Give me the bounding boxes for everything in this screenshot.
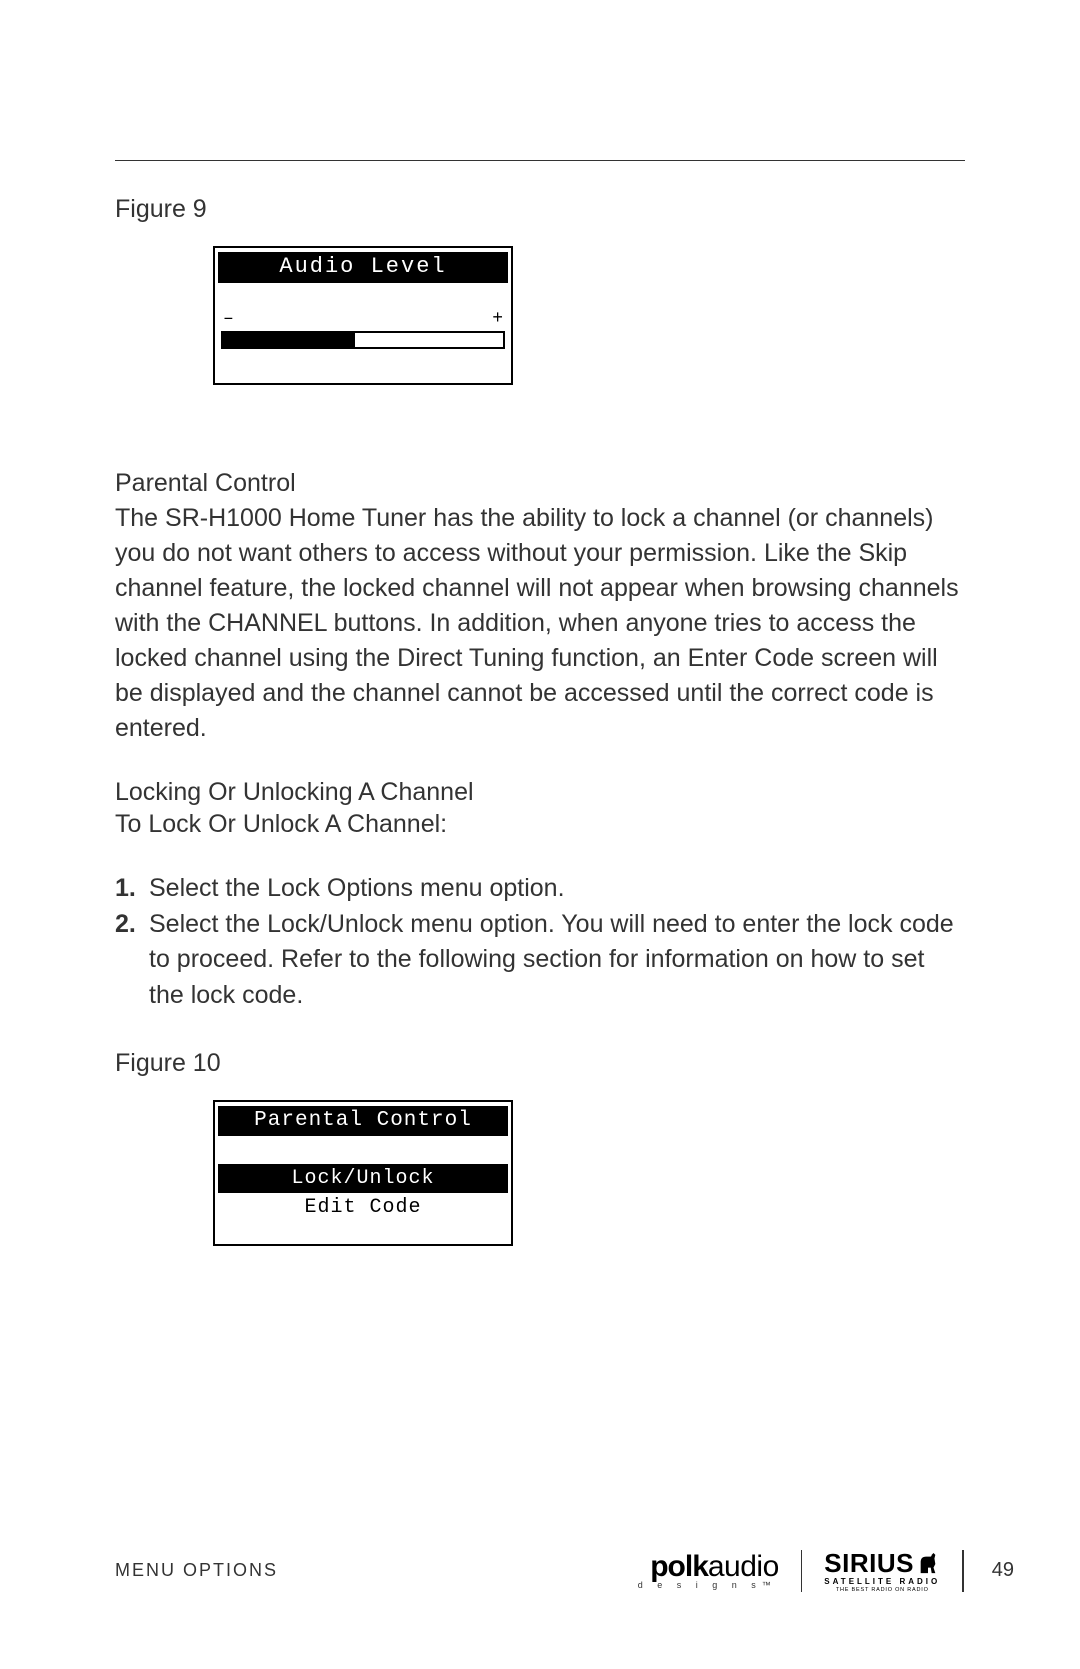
page-number: 49 [992, 1559, 1014, 1582]
step-2: 2. Select the Lock/Unlock menu option. Y… [115, 907, 965, 1014]
parental-control-screen-title: Parental Control [218, 1106, 508, 1136]
screen-gap [215, 1136, 511, 1164]
sirius-dog-icon [917, 1551, 939, 1577]
audio-level-fill [223, 333, 355, 347]
menu-item-edit-code: Edit Code [215, 1193, 511, 1222]
audio-level-title: Audio Level [218, 252, 508, 283]
parental-control-heading: Parental Control [115, 469, 965, 498]
sirius-logo: SIRIUS SATELLITE RADIO THE BEST RADIO ON… [824, 1548, 940, 1593]
step-text: Select the Lock/Unlock menu option. You … [149, 907, 965, 1014]
footer-logos: polkaudio d e s i g n s™ SIRIUS SATELLIT… [638, 1548, 964, 1593]
logo-divider-2 [962, 1550, 964, 1592]
step-number: 2. [115, 907, 149, 1014]
plus-icon: + [492, 309, 503, 329]
figure-9-screen: Audio Level – + [213, 246, 513, 385]
menu-item-lock-unlock: Lock/Unlock [218, 1164, 508, 1193]
polk-logo-light: audio [708, 1550, 779, 1583]
polk-logo-sub: d e s i g n s™ [638, 1580, 779, 1590]
page-footer: MENU OPTIONS polkaudio d e s i g n s™ SI… [115, 1548, 1014, 1593]
screen-bottom-gap [215, 1222, 511, 1244]
top-rule [115, 160, 965, 161]
locking-intro: To Lock Or Unlock A Channel: [115, 810, 965, 839]
step-number: 1. [115, 871, 149, 907]
polk-logo-bold: polk [650, 1550, 708, 1583]
step-1: 1. Select the Lock Options menu option. [115, 871, 965, 907]
parental-control-body: The SR-H1000 Home Tuner has the ability … [115, 501, 965, 746]
figure-10-screen: Parental Control Lock/Unlock Edit Code [213, 1100, 513, 1246]
footer-section-label: MENU OPTIONS [115, 1560, 278, 1581]
steps-list: 1. Select the Lock Options menu option. … [115, 871, 965, 1013]
locking-heading: Locking Or Unlocking A Channel [115, 778, 965, 807]
sirius-logo-tag: THE BEST RADIO ON RADIO [824, 1587, 940, 1593]
polk-audio-logo: polkaudio d e s i g n s™ [638, 1552, 779, 1590]
sirius-logo-sub: SATELLITE RADIO [824, 1577, 940, 1586]
figure-10-label: Figure 10 [115, 1049, 965, 1078]
audio-level-bar [221, 331, 505, 349]
minus-icon: – [223, 309, 234, 329]
logo-divider [801, 1550, 803, 1592]
audio-level-range: – + [215, 283, 511, 329]
sirius-logo-text: SIRIUS [824, 1548, 914, 1579]
step-text: Select the Lock Options menu option. [149, 871, 965, 907]
figure-9-label: Figure 9 [115, 195, 965, 224]
